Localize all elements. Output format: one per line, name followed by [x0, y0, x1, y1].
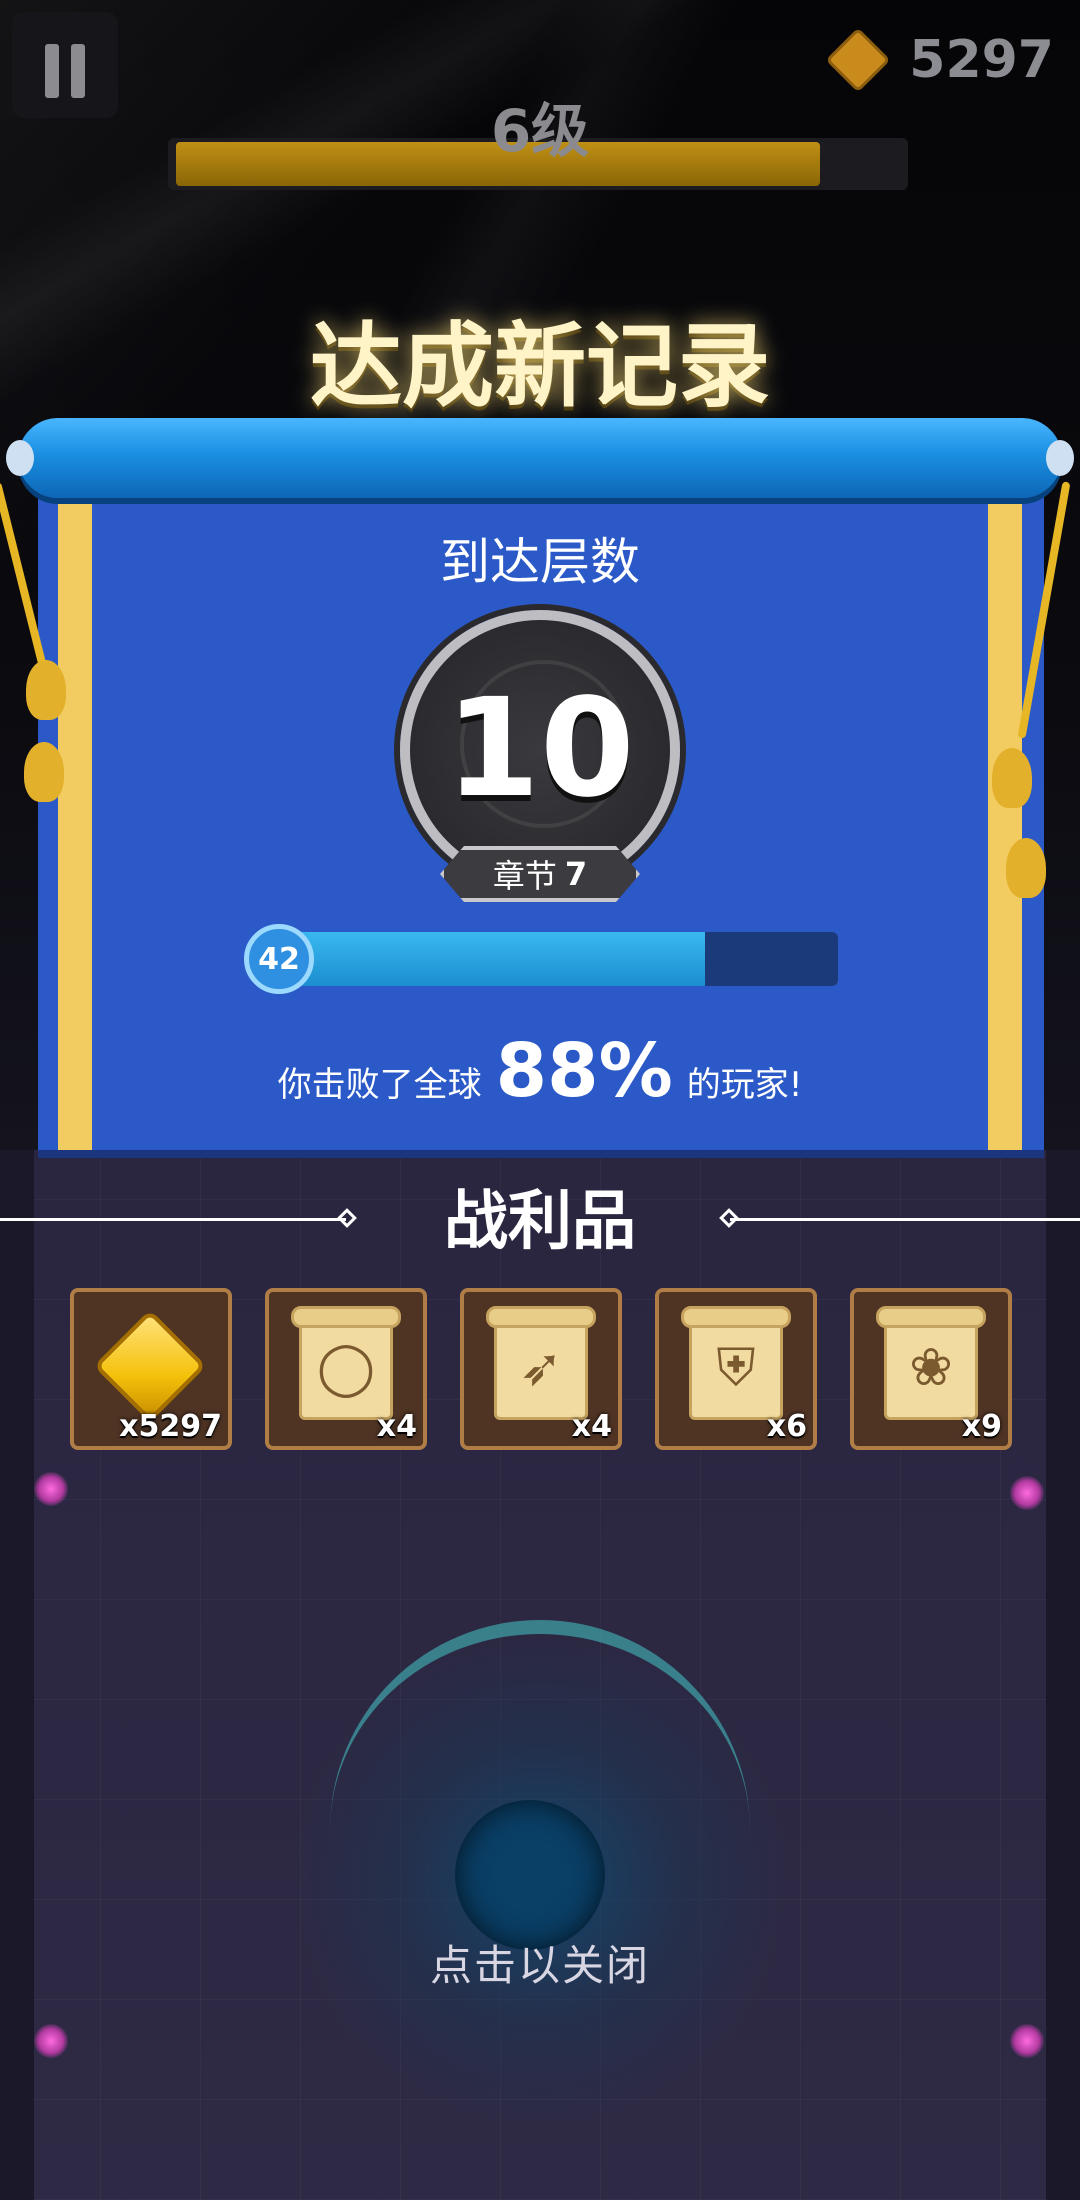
- rod-cap-right: [1046, 440, 1074, 476]
- beat-suffix: 的玩家!: [686, 1065, 803, 1105]
- torch-icon: [34, 2024, 68, 2058]
- currency-display: 5297: [825, 27, 1054, 93]
- beat-prefix: 你击败了全球: [277, 1065, 482, 1105]
- tassel-left: [24, 742, 64, 802]
- beat-percent: 88%: [495, 1028, 673, 1114]
- scroll-roll: [876, 1306, 986, 1328]
- loot-item-qty: x4: [571, 1409, 612, 1444]
- loot-item-qty: x6: [766, 1409, 807, 1444]
- torch-icon: [1010, 1476, 1044, 1510]
- loot-item-qty: x4: [376, 1409, 417, 1444]
- chapter-progress-fill: [282, 932, 705, 986]
- loot-item-gems[interactable]: x5297: [70, 1288, 232, 1450]
- level-label: 6级: [490, 97, 590, 165]
- chapter-label: 章节: [492, 857, 557, 895]
- new-record-title: 达成新记录: [309, 313, 770, 420]
- rod-cap-left: [6, 440, 34, 476]
- torch-icon: [1010, 2024, 1044, 2058]
- loot-title: 战利品: [444, 1185, 636, 1259]
- armor-icon: ⛨: [716, 1338, 756, 1398]
- dungeon-wall-left: [0, 1150, 34, 2200]
- scroll-rod: [18, 418, 1062, 498]
- chapter-tag: 章节 7: [440, 846, 640, 902]
- chapter-progress-bar: [282, 932, 838, 986]
- loot-item-ring-scroll[interactable]: ◯ x4: [265, 1288, 427, 1450]
- progress-level-badge: 42: [244, 924, 314, 994]
- loot-item-qty: x9: [961, 1409, 1002, 1444]
- loot-item-qty: x5297: [119, 1409, 222, 1444]
- bow-gem-icon: [93, 1309, 207, 1423]
- paw-icon: ❀: [909, 1338, 953, 1398]
- bow-gem-icon: [825, 27, 891, 93]
- loot-item-armor-scroll[interactable]: ⛨ x6: [655, 1288, 817, 1450]
- beat-players-line: 你击败了全球 88% 的玩家!: [0, 1028, 1080, 1114]
- scroll-roll: [681, 1306, 791, 1328]
- dungeon-wall-right: [1046, 1150, 1080, 2200]
- currency-value: 5297: [909, 30, 1054, 90]
- ring-icon: ◯: [316, 1338, 376, 1398]
- portal-hole: [455, 1800, 605, 1950]
- floors-reached-label: 到达层数: [440, 533, 640, 591]
- tap-to-close-hint[interactable]: 点击以关闭: [0, 1932, 1080, 1993]
- tassel-right: [1006, 838, 1046, 898]
- tassel-left: [26, 660, 66, 720]
- scroll-roll: [291, 1306, 401, 1328]
- scroll-roll: [486, 1306, 596, 1328]
- torch-icon: [34, 1472, 68, 1506]
- bow-icon: ➶: [519, 1338, 563, 1398]
- chapter-number: 7: [564, 855, 588, 893]
- tassel-right: [992, 748, 1032, 808]
- loot-item-paw-scroll[interactable]: ❀ x9: [850, 1288, 1012, 1450]
- floor-number: 10: [445, 670, 635, 828]
- loot-item-bow-scroll[interactable]: ➶ x4: [460, 1288, 622, 1450]
